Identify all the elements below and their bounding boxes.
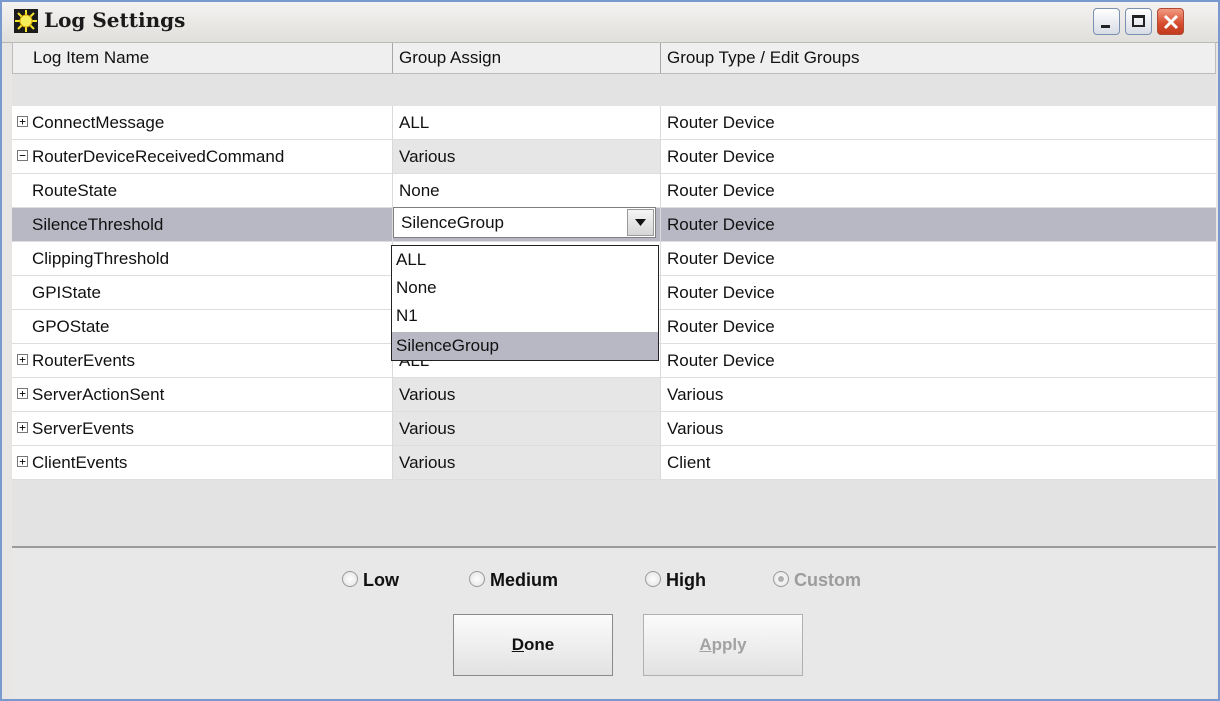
grid-header: Log Item Name Group Assign Group Type / … [12, 42, 1216, 74]
group-type-cell[interactable]: Router Device [660, 106, 1216, 139]
expand-icon[interactable]: + [17, 388, 28, 399]
app-sun-icon [14, 9, 38, 33]
group-type-cell[interactable]: Various [660, 378, 1216, 411]
log-item-name-cell[interactable]: + RouterEvents [12, 344, 392, 377]
log-item-name: ServerEvents [32, 419, 135, 438]
log-item-name: ClippingThreshold [32, 249, 170, 268]
group-assign-dropdown: ALL None N1 SilenceGroup [391, 245, 659, 361]
dropdown-option-n1[interactable]: N1 [392, 302, 658, 330]
log-item-name-cell[interactable]: ClippingThreshold [12, 242, 392, 275]
collapse-icon[interactable]: − [17, 150, 28, 161]
group-assign-cell[interactable]: Various [392, 446, 660, 479]
table-row[interactable]: + ServerActionSent Various Various [12, 378, 1216, 412]
log-item-name-cell[interactable]: SilenceThreshold [12, 208, 392, 241]
log-item-name-cell[interactable]: + ServerEvents [12, 412, 392, 445]
radio-indicator [645, 571, 661, 587]
group-assign-combo[interactable]: SilenceGroup [393, 207, 656, 238]
table-row[interactable]: − RouterDeviceReceivedCommand Various Route… [12, 140, 1216, 174]
log-item-name-cell[interactable]: GPOState [12, 310, 392, 343]
maximize-button[interactable] [1125, 8, 1152, 35]
radio-low-label: Low [363, 570, 399, 590]
radio-indicator [773, 571, 789, 587]
log-item-name-cell[interactable]: + ClientEvents [12, 446, 392, 479]
log-item-name-cell[interactable]: GPIState [12, 276, 392, 309]
chevron-down-icon [635, 219, 646, 226]
radio-indicator [342, 571, 358, 587]
group-type-cell[interactable]: Router Device [660, 242, 1216, 275]
expand-icon[interactable]: + [17, 116, 28, 127]
log-item-name: ConnectMessage [32, 113, 165, 132]
minimize-icon [1101, 25, 1110, 28]
group-assign-cell[interactable]: Various [392, 140, 660, 173]
maximize-icon [1132, 15, 1145, 27]
group-type-cell[interactable]: Router Device [660, 276, 1216, 309]
log-item-name: ServerActionSent [32, 385, 165, 404]
table-row[interactable]: + ServerEvents Various Various [12, 412, 1216, 446]
log-item-name: GPOState [32, 317, 110, 336]
window-title: Log Settings [44, 8, 186, 32]
log-item-name: ClientEvents [32, 453, 128, 472]
log-item-name: RouteState [32, 181, 118, 200]
radio-indicator [469, 571, 485, 587]
minimize-button[interactable] [1093, 8, 1120, 35]
combo-dropdown-button[interactable] [627, 209, 654, 236]
combo-value: SilenceGroup [401, 213, 505, 232]
radio-medium-label: Medium [490, 570, 559, 590]
apply-button[interactable]: Apply [643, 614, 803, 676]
table-row[interactable]: + ConnectMessage ALL Router Device [12, 106, 1216, 140]
header-group-type[interactable]: Group Type / Edit Groups [661, 43, 1216, 73]
group-assign-cell[interactable]: ALL [392, 106, 660, 139]
expand-icon[interactable]: + [17, 422, 28, 433]
group-type-cell[interactable]: Client [660, 446, 1216, 479]
log-item-name: SilenceThreshold [32, 215, 164, 234]
log-settings-window: Log Settings Log Item Name Group Assign … [0, 0, 1220, 701]
header-log-item-name[interactable]: Log Item Name [13, 43, 393, 73]
dropdown-option-silencegroup[interactable]: SilenceGroup [392, 332, 658, 360]
group-type-cell[interactable]: Router Device [660, 140, 1216, 173]
group-assign-cell[interactable]: Various [392, 378, 660, 411]
table-row[interactable]: RouteState None Router Device [12, 174, 1216, 208]
group-assign-cell[interactable]: Various [392, 412, 660, 445]
group-assign-cell[interactable]: None [392, 174, 660, 207]
radio-custom-label: Custom [794, 570, 861, 590]
expand-icon[interactable]: + [17, 456, 28, 467]
log-item-name-cell[interactable]: + ServerActionSent [12, 378, 392, 411]
log-item-name: GPIState [32, 283, 101, 302]
log-item-name: RouterDeviceReceivedCommand [32, 147, 285, 166]
group-type-cell[interactable]: Various [660, 412, 1216, 445]
table-row[interactable]: + ClientEvents Various Client [12, 446, 1216, 480]
title-bar[interactable]: Log Settings [2, 2, 1218, 43]
log-item-name-cell[interactable]: RouteState [12, 174, 392, 207]
group-type-cell[interactable]: Router Device [660, 310, 1216, 343]
header-group-assign[interactable]: Group Assign [393, 43, 661, 73]
close-button[interactable] [1157, 8, 1184, 35]
radio-high-label: High [666, 570, 706, 590]
expand-icon[interactable]: + [17, 354, 28, 365]
group-type-cell[interactable]: Router Device [660, 174, 1216, 207]
dropdown-option-all[interactable]: ALL [392, 246, 658, 274]
done-button[interactable]: Done [453, 614, 613, 676]
dropdown-option-none[interactable]: None [392, 274, 658, 302]
group-type-cell[interactable]: Router Device [660, 344, 1216, 377]
log-item-name-cell[interactable]: + ConnectMessage [12, 106, 392, 139]
group-type-cell[interactable]: Router Device [660, 208, 1216, 241]
log-item-name-cell[interactable]: − RouterDeviceReceivedCommand [12, 140, 392, 173]
bottom-panel [12, 548, 1216, 698]
log-item-name: RouterEvents [32, 351, 135, 370]
close-icon [1163, 14, 1179, 30]
